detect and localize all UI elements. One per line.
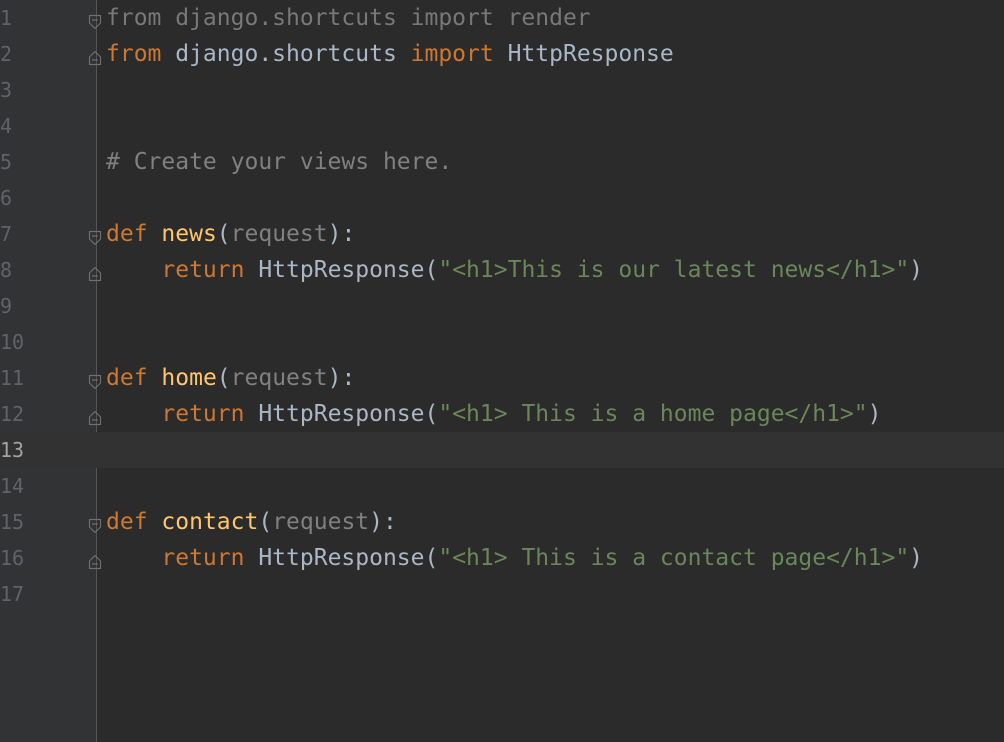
- code-token: home: [161, 365, 217, 391]
- code-line[interactable]: 9: [0, 288, 1004, 324]
- line-number: 17: [0, 582, 25, 606]
- fold-end-icon[interactable]: [88, 406, 102, 426]
- code-token: "<h1> This is a home page</h1>": [438, 401, 868, 427]
- fold-end-icon[interactable]: [88, 262, 102, 282]
- code-token: def: [106, 365, 148, 391]
- code-token: return: [161, 401, 245, 427]
- code-token: HttpResponse(: [244, 401, 439, 427]
- code-token: django.shortcuts: [161, 41, 411, 67]
- code-token: "<h1>This is our latest news</h1>": [438, 257, 910, 283]
- line-number: 7: [0, 222, 13, 246]
- code-token: return: [161, 545, 245, 571]
- fold-expanded-icon[interactable]: [88, 226, 102, 246]
- line-number: 6: [0, 186, 13, 210]
- code-line[interactable]: 8 return HttpResponse("<h1>This is our l…: [0, 252, 1004, 288]
- code-token: # Create your views here.: [106, 149, 453, 175]
- fold-end-icon[interactable]: [88, 46, 102, 66]
- code-token: def: [106, 221, 148, 247]
- line-number: 15: [0, 510, 25, 534]
- code-text[interactable]: def home(request):: [106, 360, 355, 396]
- code-text[interactable]: from django.shortcuts import HttpRespons…: [106, 36, 674, 72]
- code-line[interactable]: 4: [0, 108, 1004, 144]
- code-token: news: [161, 221, 217, 247]
- code-token: contact: [161, 509, 259, 535]
- code-token: ): [867, 401, 882, 427]
- code-token: (: [258, 509, 273, 535]
- code-line[interactable]: 12 return HttpResponse("<h1> This is a h…: [0, 396, 1004, 432]
- code-token: request: [230, 365, 328, 391]
- line-number: 8: [0, 258, 13, 282]
- line-number: 3: [0, 78, 13, 102]
- fold-expanded-icon[interactable]: [88, 10, 102, 30]
- code-text[interactable]: return HttpResponse("<h1>This is our lat…: [106, 252, 923, 288]
- code-token: return: [161, 257, 245, 283]
- code-line[interactable]: 17: [0, 576, 1004, 612]
- code-token: from django.shortcuts import render: [106, 5, 591, 31]
- code-editor[interactable]: 1 from django.shortcuts import render 2 fro…: [0, 0, 1004, 742]
- code-line[interactable]: 3: [0, 72, 1004, 108]
- code-token: ): [909, 545, 924, 571]
- line-number: 9: [0, 294, 13, 318]
- line-number: 1: [0, 6, 13, 30]
- code-line[interactable]: 6: [0, 180, 1004, 216]
- code-token: ):: [327, 365, 356, 391]
- code-token: ): [909, 257, 924, 283]
- line-number: 10: [0, 330, 25, 354]
- fold-expanded-icon[interactable]: [88, 370, 102, 390]
- code-line[interactable]: 11 def home(request):: [0, 360, 1004, 396]
- code-token: HttpResponse(: [244, 257, 439, 283]
- line-number: 16: [0, 546, 25, 570]
- code-token: "<h1> This is a contact page</h1>": [438, 545, 910, 571]
- code-token: HttpResponse: [493, 41, 674, 67]
- code-line[interactable]: 10: [0, 324, 1004, 360]
- code-token: ):: [369, 509, 397, 535]
- code-text[interactable]: return HttpResponse("<h1> This is a cont…: [106, 540, 923, 576]
- code-line[interactable]: 13: [0, 432, 1004, 468]
- code-line[interactable]: 7 def news(request):: [0, 216, 1004, 252]
- line-number: 2: [0, 42, 13, 66]
- code-token: (: [216, 221, 231, 247]
- code-text[interactable]: def news(request):: [106, 216, 355, 252]
- code-line[interactable]: 16 return HttpResponse("<h1> This is a c…: [0, 540, 1004, 576]
- code-token: request: [272, 509, 370, 535]
- line-number: 4: [0, 114, 13, 138]
- code-token: from: [106, 41, 162, 67]
- code-line[interactable]: 14: [0, 468, 1004, 504]
- code-line[interactable]: 2 from django.shortcuts import HttpRespon…: [0, 36, 1004, 72]
- code-token: HttpResponse(: [244, 545, 439, 571]
- code-token: import: [410, 41, 494, 67]
- code-line[interactable]: 5 # Create your views here.: [0, 144, 1004, 180]
- line-number: 13: [0, 438, 25, 462]
- code-line[interactable]: 15 def contact(request):: [0, 504, 1004, 540]
- fold-expanded-icon[interactable]: [88, 514, 102, 534]
- code-text[interactable]: from django.shortcuts import render: [106, 0, 591, 36]
- code-line[interactable]: 1 from django.shortcuts import render: [0, 0, 1004, 36]
- code-token: ):: [327, 221, 356, 247]
- line-number: 5: [0, 150, 13, 174]
- line-number: 12: [0, 402, 25, 426]
- code-token: def: [106, 509, 148, 535]
- code-text[interactable]: def contact(request):: [106, 504, 397, 540]
- code-token: (: [216, 365, 231, 391]
- code-token: request: [230, 221, 328, 247]
- line-number: 11: [0, 366, 25, 390]
- line-number: 14: [0, 474, 25, 498]
- fold-end-icon[interactable]: [88, 550, 102, 570]
- code-text[interactable]: # Create your views here.: [106, 144, 452, 180]
- code-text[interactable]: return HttpResponse("<h1> This is a home…: [106, 396, 881, 432]
